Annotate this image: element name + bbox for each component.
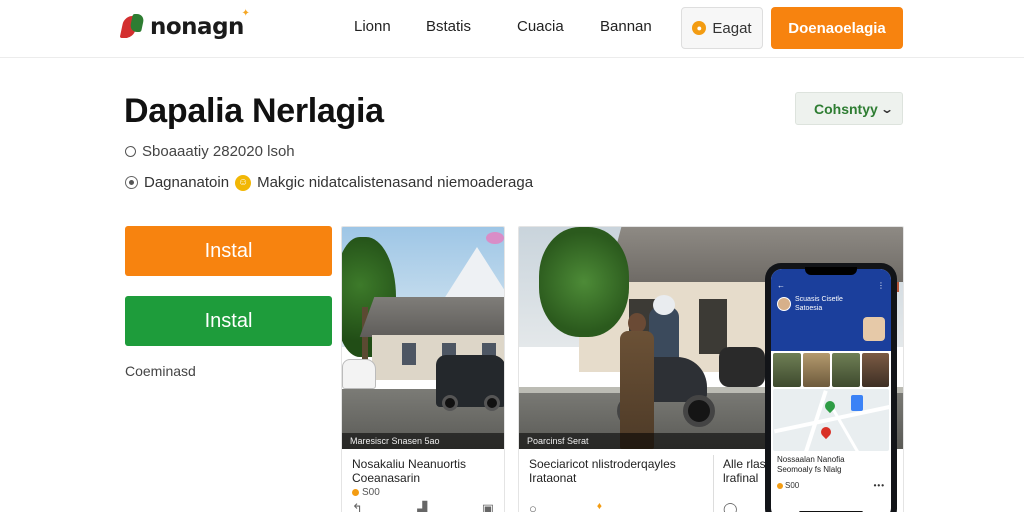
download-button[interactable]: Doenaoelagia bbox=[771, 7, 903, 49]
phone-mockup: ← ⋮ Scuasis Cisetle Satoesia Nossaalan N… bbox=[765, 263, 897, 512]
profile-photo bbox=[863, 317, 885, 341]
flame-icon[interactable]: ♦ bbox=[597, 501, 602, 512]
nav-item-3[interactable]: Cuacia bbox=[517, 18, 564, 35]
flower-decoration bbox=[486, 232, 504, 244]
top-header: nonagn ✦ Lionn Bstatis Cuacia Bannan ● E… bbox=[0, 0, 1024, 58]
app-meta-text: Sboaaatiy 282020 lsoh bbox=[142, 143, 295, 160]
login-label: Eagat bbox=[712, 19, 752, 37]
chevron-down-icon: ⌄ bbox=[879, 101, 895, 116]
developer-line: Dagnanatoin ☺ Makgic nidatcalistenasand … bbox=[125, 174, 533, 191]
developer-name[interactable]: Dagnanatoin bbox=[144, 174, 229, 191]
screenshot-caption-1: Maresiscr Snasen 5ao bbox=[342, 433, 504, 449]
app-meta: Sboaaatiy 282020 lsoh bbox=[125, 143, 295, 160]
thumbnail[interactable] bbox=[773, 353, 801, 387]
phone-screen: ← ⋮ Scuasis Cisetle Satoesia Nossaalan N… bbox=[771, 269, 891, 512]
map-marker-icon bbox=[851, 395, 863, 411]
more-dots-icon[interactable]: ••• bbox=[874, 481, 885, 490]
share-icon[interactable]: ↰ bbox=[352, 501, 363, 512]
nav-item-1[interactable]: Lionn bbox=[354, 18, 391, 35]
phone-caption-line1: Nossaalan Nanofia bbox=[777, 455, 845, 464]
card-actions-1: ↰ ▟ ▣ bbox=[352, 501, 494, 512]
coin-icon bbox=[777, 482, 783, 489]
card-title-2: Soeciaricot nlistroderqayles Irataonat bbox=[529, 457, 676, 485]
login-button[interactable]: ● Eagat bbox=[681, 7, 763, 49]
phone-footer: S00 ••• bbox=[777, 481, 885, 490]
card-body-2: Soeciaricot nlistroderqayles Irataonat ○… bbox=[519, 449, 713, 512]
country-select[interactable]: Cohsntyy ⌄ bbox=[795, 92, 903, 125]
card-side-line2: lrafinal bbox=[723, 471, 759, 485]
phone-notch bbox=[805, 267, 857, 275]
divider bbox=[713, 455, 714, 512]
nav-item-4[interactable]: Bannan bbox=[600, 18, 652, 35]
card-body-2-side: Alle rlas lrafinal ◯ bbox=[715, 449, 771, 512]
card-side-title: Alle rlas lrafinal bbox=[723, 457, 766, 485]
phone-caption-line2: Seomoaly fs Nlalg bbox=[777, 465, 842, 474]
phone-footer-meta: S00 bbox=[777, 481, 799, 490]
country-select-value: Cohsntyy bbox=[814, 100, 878, 117]
developer-description: Makgic nidatcalistenasand niemoaderaga bbox=[257, 174, 534, 191]
card-title-1-line2: Coeanasarin bbox=[352, 471, 421, 485]
nav-item-2[interactable]: Bstatis bbox=[426, 18, 471, 35]
card-actions-2: ○ ♦ bbox=[529, 501, 703, 512]
phone-header: ← ⋮ Scuasis Cisetle Satoesia bbox=[771, 269, 891, 351]
avatar bbox=[777, 297, 791, 311]
back-icon[interactable]: ← bbox=[777, 281, 785, 290]
screenshot-photo-1: Maresiscr Snasen 5ao bbox=[342, 227, 504, 449]
badge-icon: ☺ bbox=[235, 174, 252, 191]
thumbnail[interactable] bbox=[832, 353, 860, 387]
phone-header-sub: Satoesia bbox=[795, 305, 823, 312]
card-title-2-line2: Irataonat bbox=[529, 471, 577, 485]
phone-thumbnails bbox=[773, 353, 889, 387]
logo[interactable]: nonagn ✦ bbox=[119, 8, 250, 42]
thumbnail[interactable] bbox=[802, 353, 830, 387]
phone-topbar: ← ⋮ bbox=[777, 281, 885, 290]
comments-link[interactable]: Coeminasd bbox=[125, 363, 196, 379]
bookmark-icon[interactable]: ▟ bbox=[417, 501, 427, 512]
screenshot-card-2[interactable]: Poarcinsf Serat Soeciaricot nlistroderqa… bbox=[518, 226, 904, 512]
coin-icon bbox=[352, 489, 359, 496]
pin-icon bbox=[818, 424, 834, 440]
phone-map[interactable] bbox=[773, 389, 889, 451]
comment-icon[interactable]: ◯ bbox=[723, 501, 738, 512]
comment-icon[interactable]: ▣ bbox=[482, 501, 494, 512]
card-meta-1: S00 bbox=[352, 487, 380, 498]
logo-text: nonagn bbox=[150, 14, 244, 40]
screenshot-card-1[interactable]: Maresiscr Snasen 5ao Nosakaliu Neanuorti… bbox=[341, 226, 505, 512]
screenshot-caption-2: Poarcinsf Serat bbox=[519, 433, 769, 449]
card-title-2-line1: Soeciaricot nlistroderqayles bbox=[529, 457, 676, 471]
star-icon: ✦ bbox=[241, 8, 250, 19]
app-title: Dapalia Nerlagia bbox=[124, 92, 384, 130]
card-side-actions: ◯ bbox=[723, 501, 761, 512]
more-icon[interactable]: ⋮ bbox=[877, 281, 885, 290]
thumbnail[interactable] bbox=[861, 353, 889, 387]
radio-icon bbox=[125, 176, 138, 189]
card-title-1-line1: Nosakaliu Neanuortis bbox=[352, 457, 467, 471]
logo-mark-icon bbox=[119, 14, 148, 40]
card-body-1: Nosakaliu Neanuortis Coeanasarin S00 ↰ ▟… bbox=[342, 449, 504, 512]
phone-user: Scuasis Cisetle Satoesia bbox=[777, 295, 843, 313]
card-side-line1: Alle rlas bbox=[723, 457, 766, 471]
phone-caption: Nossaalan Nanofia Seomoaly fs Nlalg bbox=[777, 455, 845, 475]
clock-icon bbox=[125, 146, 136, 157]
install-button-green[interactable]: Instal bbox=[125, 296, 332, 346]
card-title-1: Nosakaliu Neanuortis Coeanasarin bbox=[352, 457, 466, 485]
coin-icon: ● bbox=[692, 21, 707, 35]
install-button-orange[interactable]: Instal bbox=[125, 226, 332, 276]
card-meta-1-text: S00 bbox=[362, 487, 380, 498]
phone-footer-meta-text: S00 bbox=[785, 481, 800, 490]
phone-header-label: Scuasis Cisetle bbox=[795, 296, 843, 303]
search-icon[interactable]: ○ bbox=[529, 501, 537, 512]
